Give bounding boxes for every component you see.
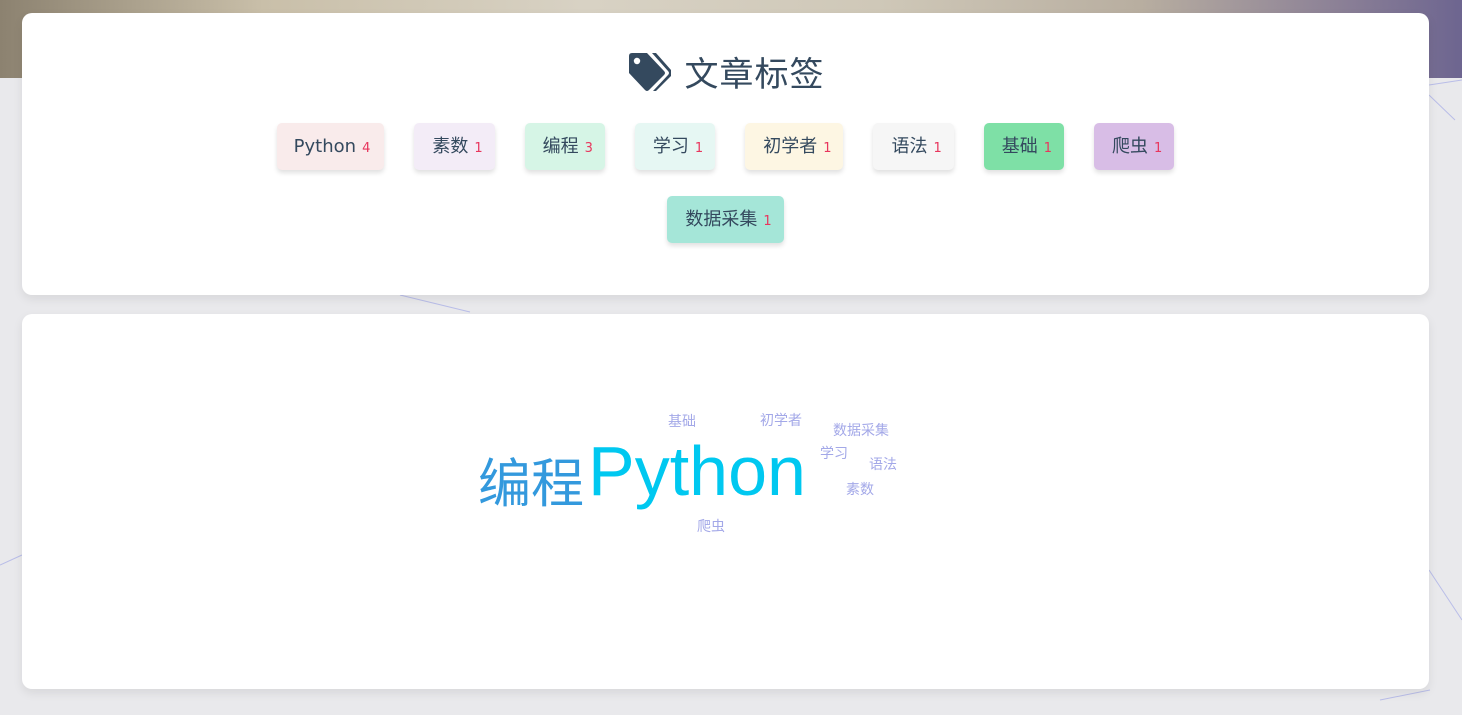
tag-biancheng[interactable]: 编程 3: [524, 123, 605, 170]
tag-count: 4: [362, 141, 371, 156]
page-title: 文章标签: [684, 55, 825, 95]
tags-card-header: 文章标签: [22, 47, 1429, 96]
tag-count: 1: [474, 141, 483, 156]
tags-card: 文章标签 Python 4 素数 1 编程 3 学习 1 初学者 1 语法 1 …: [22, 13, 1429, 295]
tag-label: 语法: [891, 136, 928, 157]
cloud-word-jichu[interactable]: 基础: [668, 414, 696, 428]
tag-count: 3: [584, 141, 593, 156]
tag-label: Python: [293, 136, 357, 157]
tag-xuexi[interactable]: 学习 1: [634, 123, 716, 170]
cloud-word-yufa[interactable]: 语法: [869, 457, 897, 471]
tag-python[interactable]: Python 4: [276, 123, 385, 170]
tag-count: 1: [823, 141, 832, 156]
tag-sushu[interactable]: 素数 1: [414, 123, 495, 170]
tag-count: 1: [763, 214, 772, 229]
tag-count: 1: [933, 141, 942, 156]
cloud-word-chuxuezhe[interactable]: 初学者: [760, 413, 802, 427]
cloud-word-sushu[interactable]: 素数: [846, 482, 874, 496]
tag-count: 1: [694, 141, 704, 156]
tag-list-row-2: 数据采集 1: [22, 196, 1429, 243]
tag-shujucaiji[interactable]: 数据采集 1: [667, 196, 784, 243]
tag-count: 1: [1043, 141, 1053, 156]
tag-cloud-card: Python 编程 基础 初学者 数据采集 学习 语法 素数 爬虫: [22, 314, 1429, 689]
cloud-word-biancheng[interactable]: 编程: [478, 458, 584, 511]
tag-label: 数据采集: [685, 209, 758, 230]
tag-jichu[interactable]: 基础 1: [983, 123, 1065, 170]
tag-pachong[interactable]: 爬虫 1: [1094, 123, 1175, 170]
tag-label: 爬虫: [1112, 136, 1149, 157]
tags-icon: [628, 52, 671, 91]
tag-label: 基础: [1001, 136, 1038, 157]
cloud-word-python[interactable]: Python: [588, 436, 806, 506]
tag-list-row-1: Python 4 素数 1 编程 3 学习 1 初学者 1 语法 1 基础 1 …: [22, 123, 1429, 170]
cloud-word-shujucaiji[interactable]: 数据采集: [833, 423, 889, 437]
tag-yufa[interactable]: 语法 1: [873, 123, 954, 170]
tag-label: 初学者: [763, 136, 818, 157]
tag-chuxuezhe[interactable]: 初学者 1: [745, 123, 844, 170]
tag-label: 学习: [652, 136, 689, 157]
cloud-word-pachong[interactable]: 爬虫: [697, 519, 725, 533]
tag-label: 编程: [542, 136, 579, 157]
tag-count: 1: [1154, 141, 1163, 156]
tag-label: 素数: [432, 136, 469, 157]
cloud-word-xuexi[interactable]: 学习: [820, 446, 848, 460]
